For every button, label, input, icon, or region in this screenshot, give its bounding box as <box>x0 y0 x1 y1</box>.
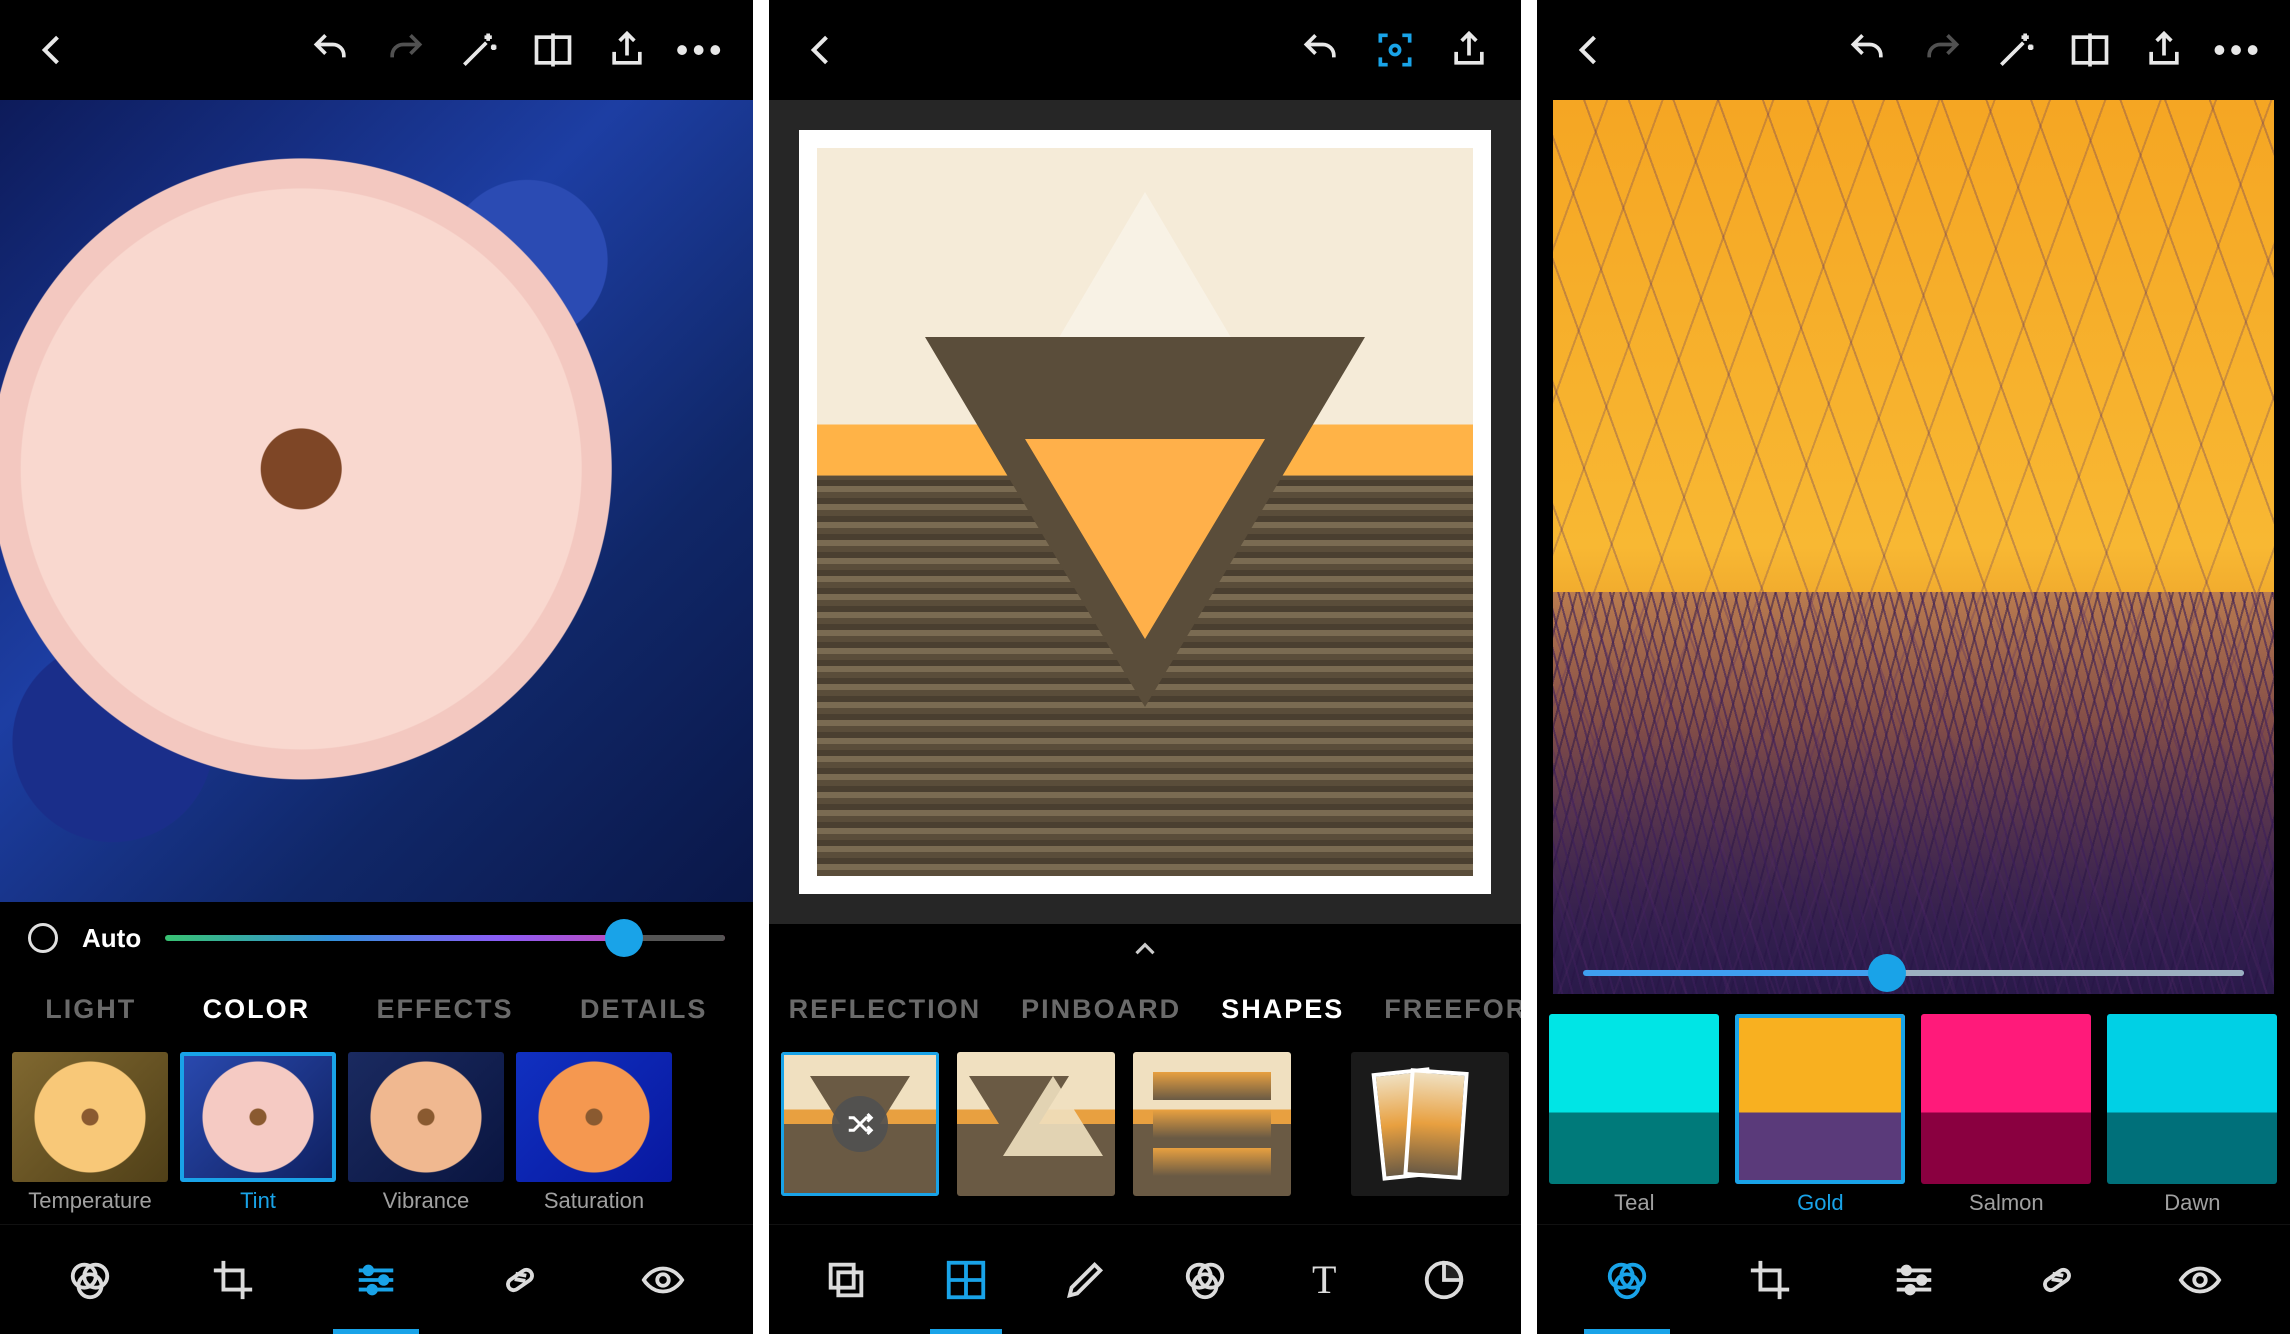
slider-thumb[interactable] <box>1868 954 1906 992</box>
tool-adjust[interactable] <box>305 1225 448 1334</box>
shape-thumb-triangle-pair[interactable] <box>957 1052 1115 1196</box>
tool-collage[interactable] <box>906 1225 1025 1334</box>
tab-freeforms[interactable]: FREEFORMS <box>1384 994 1521 1025</box>
thumb-temperature[interactable]: Temperature <box>12 1052 168 1214</box>
flower-image <box>0 100 753 902</box>
back-button[interactable] <box>1559 20 1619 80</box>
tool-text[interactable]: T <box>1264 1225 1383 1334</box>
thumb-tint[interactable]: Tint <box>180 1052 336 1214</box>
tool-crop[interactable] <box>161 1225 304 1334</box>
tool-sticker[interactable] <box>1384 1225 1503 1334</box>
tool-redeye[interactable] <box>591 1225 734 1334</box>
compare-button[interactable] <box>523 20 583 80</box>
tab-reflection[interactable]: REFLECTION <box>789 994 982 1025</box>
filter-intensity-slider[interactable] <box>1583 970 2244 976</box>
filter-thumbnails: Teal Gold Salmon Dawn <box>1537 994 2290 1224</box>
auto-slider-row: Auto <box>0 902 753 974</box>
expand-panel[interactable] <box>769 924 1522 974</box>
tab-light[interactable]: LIGHT <box>45 994 136 1025</box>
screen-color-adjust: ••• Auto LIGHT COLOR EFFECTS DETAILS Tem… <box>0 0 753 1334</box>
top-toolbar: ••• <box>0 0 753 100</box>
auto-label: Auto <box>82 923 141 954</box>
tool-looks[interactable] <box>18 1225 161 1334</box>
more-button[interactable]: ••• <box>671 20 731 80</box>
tool-heal[interactable] <box>1985 1225 2128 1334</box>
tint-slider[interactable] <box>165 935 724 941</box>
tab-effects[interactable]: EFFECTS <box>377 994 514 1025</box>
share-button[interactable] <box>2134 20 2194 80</box>
tool-looks[interactable] <box>1555 1225 1698 1334</box>
shape-thumb-freeform[interactable] <box>1351 1052 1509 1196</box>
tool-adjust[interactable] <box>1842 1225 1985 1334</box>
tab-details[interactable]: DETAILS <box>580 994 708 1025</box>
tool-draw[interactable] <box>1026 1225 1145 1334</box>
tab-pinboard[interactable]: PINBOARD <box>1021 994 1181 1025</box>
shape-thumb-bars[interactable] <box>1133 1052 1291 1196</box>
thumb-saturation[interactable]: Saturation <box>516 1052 672 1214</box>
tool-looks[interactable] <box>1145 1225 1264 1334</box>
bottom-toolbar <box>1537 1224 2290 1334</box>
shape-thumbnails <box>769 1044 1522 1224</box>
top-toolbar: ••• <box>1537 0 2290 100</box>
shuffle-icon[interactable] <box>832 1096 888 1152</box>
category-tabs: LIGHT COLOR EFFECTS DETAILS <box>0 974 753 1044</box>
back-button[interactable] <box>791 20 851 80</box>
bottom-toolbar <box>0 1224 753 1334</box>
undo-button[interactable] <box>1838 20 1898 80</box>
tab-shapes[interactable]: SHAPES <box>1221 994 1344 1025</box>
text-icon: T <box>1312 1256 1336 1303</box>
more-button[interactable]: ••• <box>2208 20 2268 80</box>
adjustment-thumbnails: Temperature Tint Vibrance Saturation <box>0 1044 753 1224</box>
slider-thumb[interactable] <box>605 919 643 957</box>
magic-wand-button[interactable] <box>1986 20 2046 80</box>
thumb-vibrance[interactable]: Vibrance <box>348 1052 504 1214</box>
filter-gold[interactable]: Gold <box>1735 1014 1905 1216</box>
collage-category-tabs[interactable]: REFLECTION PINBOARD SHAPES FREEFORMS <box>769 974 1522 1044</box>
image-canvas[interactable] <box>769 100 1522 924</box>
tab-color[interactable]: COLOR <box>203 994 311 1025</box>
focus-frame-button[interactable] <box>1365 20 1425 80</box>
top-toolbar <box>769 0 1522 100</box>
framed-image <box>799 130 1492 894</box>
grass-overlay <box>1553 100 2274 994</box>
auto-toggle[interactable] <box>28 923 58 953</box>
compare-button[interactable] <box>2060 20 2120 80</box>
tool-redeye[interactable] <box>2129 1225 2272 1334</box>
magic-wand-button[interactable] <box>449 20 509 80</box>
share-button[interactable] <box>1439 20 1499 80</box>
tool-crop[interactable] <box>1699 1225 1842 1334</box>
bottom-toolbar: T <box>769 1224 1522 1334</box>
share-button[interactable] <box>597 20 657 80</box>
filter-salmon[interactable]: Salmon <box>1921 1014 2091 1216</box>
back-button[interactable] <box>22 20 82 80</box>
undo-button[interactable] <box>1291 20 1351 80</box>
image-canvas[interactable] <box>1553 100 2274 994</box>
filter-dawn[interactable]: Dawn <box>2107 1014 2277 1216</box>
screen-looks-filter: ••• Teal Gold Salmon Dawn <box>1537 0 2290 1334</box>
tool-layers[interactable] <box>787 1225 906 1334</box>
redo-button[interactable] <box>1912 20 1972 80</box>
chevron-up-icon <box>1128 932 1162 966</box>
redo-button[interactable] <box>375 20 435 80</box>
undo-button[interactable] <box>301 20 361 80</box>
filter-teal[interactable]: Teal <box>1549 1014 1719 1216</box>
shape-thumb-triangle-down[interactable] <box>781 1052 939 1196</box>
tool-heal[interactable] <box>448 1225 591 1334</box>
image-canvas[interactable] <box>0 100 753 902</box>
screen-shapes: REFLECTION PINBOARD SHAPES FREEFORMS <box>769 0 1522 1334</box>
